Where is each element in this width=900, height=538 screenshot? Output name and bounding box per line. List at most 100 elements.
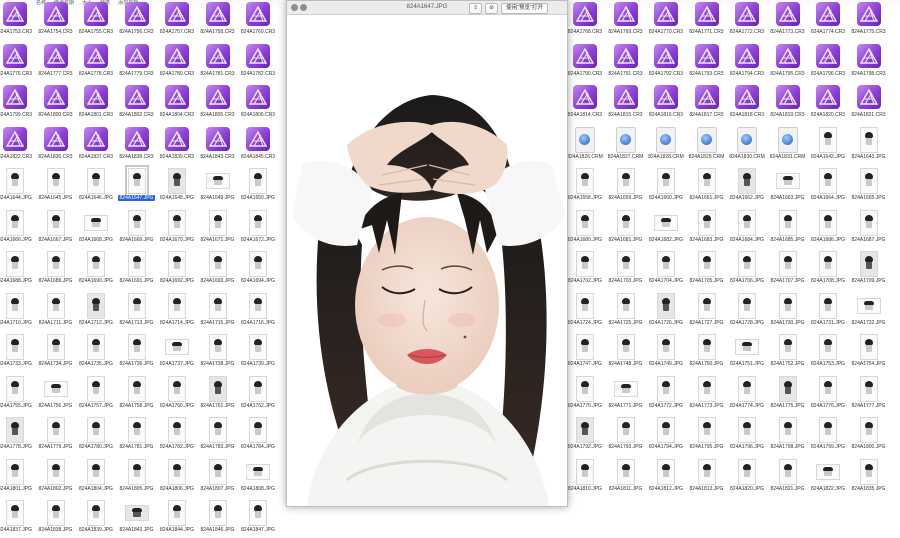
- photo-thumbnail: [249, 251, 267, 277]
- file-name-label: 824A1835.JPG: [829, 486, 900, 492]
- photo-thumbnail: [249, 334, 267, 360]
- file-item[interactable]: 824A1835.JPG: [829, 455, 900, 497]
- file-name-text: 824A1762.JPG: [241, 403, 275, 409]
- file-item[interactable]: 824A1775.CR3: [829, 0, 900, 40]
- file-item[interactable]: 824A1800.JPG: [829, 413, 900, 455]
- affinity-photo-icon: [246, 85, 270, 109]
- hair-shape: [865, 256, 873, 262]
- file-name-text: 824A1650.JPG: [241, 195, 275, 201]
- file-name-label: 824A1709.JPG: [829, 278, 900, 284]
- file-name-label: 824A1821.CR3: [829, 112, 900, 118]
- file-name-text: 824A1806.CR3: [241, 112, 275, 118]
- photo-thumbnail: [249, 500, 267, 526]
- file-name-text: 824A1784.JPG: [241, 444, 275, 450]
- file-name-text: 824A1643.JPG: [852, 154, 886, 160]
- photo-thumbnail: [249, 417, 267, 443]
- photo-thumbnail: [860, 417, 878, 443]
- photo-thumbnail: [860, 376, 878, 402]
- photo-thumbnail: [860, 334, 878, 360]
- file-name-text: 824A1760.CR3: [241, 29, 275, 35]
- file-name-label: 824A1798.CR3: [829, 71, 900, 77]
- affinity-photo-icon: [857, 85, 881, 109]
- hair-shape: [254, 339, 262, 345]
- hair-shape: [865, 422, 873, 428]
- file-name-text: 824A1808.JPG: [241, 486, 275, 492]
- photo-thumbnail: [860, 210, 878, 236]
- file-item[interactable]: 824A1732.JPG: [829, 289, 900, 331]
- photo-thumbnail: [249, 168, 267, 194]
- photo-thumbnail: [249, 293, 267, 319]
- file-name-text: 824A1847.JPG: [241, 527, 275, 533]
- photo-thumbnail: [249, 210, 267, 236]
- photo-thumbnail: [860, 127, 878, 153]
- file-name-text: 824A1709.JPG: [852, 278, 886, 284]
- hair-shape: [254, 422, 262, 428]
- hair-shape: [865, 132, 873, 138]
- file-name-text: 824A1845.CR3: [241, 154, 275, 160]
- file-name-label: 824A1775.CR3: [829, 29, 900, 35]
- file-name-text: 824A1821.CR3: [851, 112, 885, 118]
- file-name-text: 824A1798.CR3: [851, 71, 885, 77]
- photo-thumbnail: [860, 459, 878, 485]
- file-name-text: 824A1732.JPG: [852, 320, 886, 326]
- affinity-photo-icon: [857, 44, 881, 68]
- quicklook-window: 824A1647.JPG ⇪ ⊘ 使用“预览”打开: [286, 0, 568, 507]
- file-name-label: 824A1800.JPG: [829, 444, 900, 450]
- file-name-text: 824A1835.JPG: [852, 486, 886, 492]
- hair-shape: [865, 381, 873, 387]
- file-name-text: 824A1665.JPG: [852, 195, 886, 201]
- file-name-text: 824A1800.JPG: [852, 444, 886, 450]
- photo-thumbnail: [857, 298, 881, 314]
- hair-shape: [865, 464, 873, 470]
- hair-shape: [254, 215, 262, 221]
- cr3-file-icon: [246, 85, 270, 109]
- portrait-image: [287, 15, 567, 506]
- cr3-file-icon: [857, 44, 881, 68]
- hair-shape: [254, 173, 262, 179]
- hair-shape: [254, 298, 262, 304]
- file-name-text: 824A1687.JPG: [852, 237, 886, 243]
- photo-thumbnail: [246, 464, 270, 480]
- file-item[interactable]: 824A1687.JPG: [829, 206, 900, 248]
- file-item[interactable]: 824A1798.CR3: [829, 40, 900, 82]
- hair-shape: [254, 256, 262, 262]
- affinity-photo-icon: [246, 127, 270, 151]
- preview-photo: [287, 15, 567, 506]
- hair-shape: [254, 381, 262, 387]
- file-name-label: 824A1777.JPG: [829, 403, 900, 409]
- affinity-photo-icon: [857, 2, 881, 26]
- open-with-preview-button[interactable]: 使用“预览”打开: [501, 3, 548, 14]
- file-name-label: 824A1754.JPG: [829, 361, 900, 367]
- hair-shape: [865, 173, 873, 179]
- photo-thumbnail: [249, 376, 267, 402]
- cr3-file-icon: [246, 44, 270, 68]
- file-name-text: 824A1739.JPG: [241, 361, 275, 367]
- file-name-label: 824A1732.JPG: [829, 320, 900, 326]
- file-name-label: 824A1643.JPG: [829, 154, 900, 160]
- share-icon[interactable]: ⇪: [469, 3, 482, 14]
- hair-shape: [865, 215, 873, 221]
- markup-icon[interactable]: ⊘: [485, 3, 498, 14]
- cr3-file-icon: [857, 85, 881, 109]
- file-item[interactable]: 824A1665.JPG: [829, 164, 900, 206]
- photo-thumbnail: [860, 168, 878, 194]
- hair-shape: [253, 467, 263, 471]
- affinity-photo-icon: [246, 44, 270, 68]
- affinity-photo-icon: [246, 2, 270, 26]
- file-name-text: 824A1672.JPG: [241, 237, 275, 243]
- cr3-file-icon: [246, 127, 270, 151]
- file-name-text: 824A1754.JPG: [852, 361, 886, 367]
- file-name-text: 824A1694.JPG: [241, 278, 275, 284]
- file-name-text: 824A1775.CR3: [851, 29, 885, 35]
- file-name-text: 824A1777.JPG: [852, 403, 886, 409]
- file-item[interactable]: 824A1709.JPG: [829, 247, 900, 289]
- hair-shape: [865, 339, 873, 345]
- file-item[interactable]: 824A1643.JPG: [829, 123, 900, 165]
- photo-thumbnail: [860, 251, 878, 277]
- file-item[interactable]: 824A1821.CR3: [829, 81, 900, 123]
- cr3-file-icon: [246, 2, 270, 26]
- file-item[interactable]: 824A1777.JPG: [829, 372, 900, 414]
- file-item[interactable]: 824A1754.JPG: [829, 330, 900, 372]
- file-name-label: 824A1847.JPG: [218, 527, 298, 533]
- cr3-file-icon: [857, 2, 881, 26]
